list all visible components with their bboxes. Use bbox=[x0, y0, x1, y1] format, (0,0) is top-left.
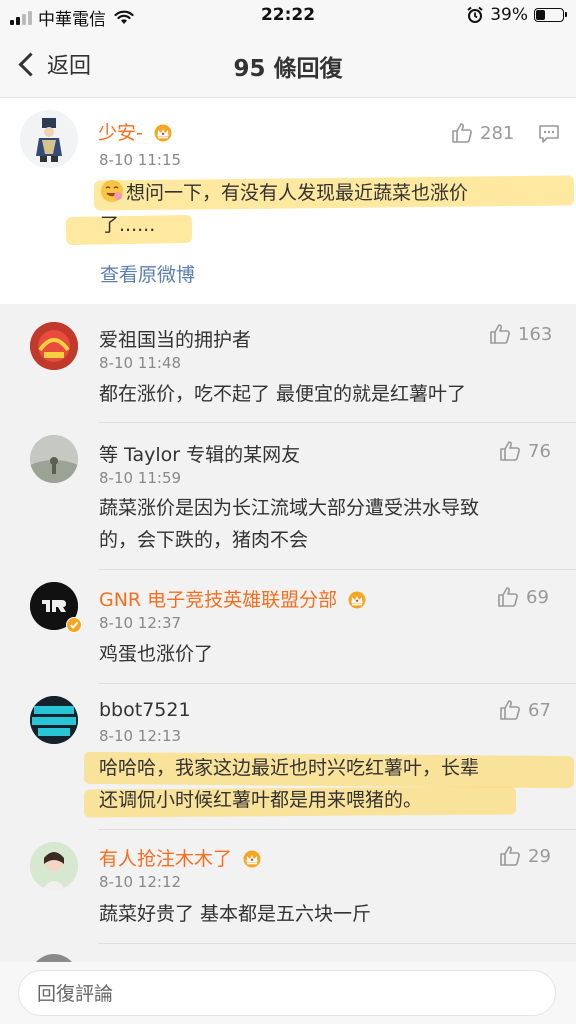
comment-like-button[interactable]: 69 bbox=[496, 585, 549, 609]
post-text-line1: 想问一下，有没有人发现最近蔬菜也涨价 bbox=[126, 182, 469, 204]
comment-text: 都在涨价，吃不起了 最便宜的就是红薯叶了 bbox=[99, 378, 569, 410]
comment-username[interactable]: GNR 电子竞技英雄联盟分部 bbox=[99, 589, 337, 611]
post-timestamp: 8-10 11:15 bbox=[99, 151, 182, 169]
screen: 中華電信 22:22 39% 返回 95 條回復 少安- 8-10 11:15 … bbox=[0, 0, 576, 1024]
comment-username-row: 有人抢注木木了 bbox=[99, 844, 262, 871]
list-item[interactable]: 爱祖国当的拥护者 8-10 11:48 163 都在涨价，吃不起了 最便宜的就是… bbox=[0, 306, 576, 420]
avatar-image-icon bbox=[30, 842, 78, 890]
comment-text: 蔬菜涨价是因为长江流域大部分遭受洪水导致 的，会下跌的，猪肉不会 bbox=[99, 492, 569, 556]
avatar[interactable] bbox=[30, 842, 78, 890]
comment-text-line: 蔬菜涨价是因为长江流域大部分遭受洪水导致 bbox=[99, 497, 480, 519]
comment-text: 蔬菜好贵了 基本都是五六块一斤 bbox=[99, 898, 569, 930]
post-like-count: 281 bbox=[480, 122, 515, 144]
reply-bar: 回復評論 bbox=[0, 962, 576, 1024]
reply-input[interactable]: 回復評論 bbox=[18, 970, 556, 1016]
comment-text-line: 哈哈哈，我家这边最近也时兴吃红薯叶，长辈 bbox=[99, 757, 480, 779]
comment-timestamp: 8-10 12:13 bbox=[99, 727, 182, 745]
divider bbox=[98, 943, 576, 944]
list-item[interactable]: 有人抢注木木了 8-10 12:12 29 蔬菜好贵了 基本都是五六块一斤 bbox=[0, 830, 576, 942]
battery-level bbox=[536, 10, 545, 20]
comment-text-line: 都在涨价，吃不起了 最便宜的就是红薯叶了 bbox=[99, 383, 467, 405]
list-item[interactable]: GNR 电子竞技英雄联盟分部 8-10 12:37 69 鸡蛋也涨价了 bbox=[0, 570, 576, 682]
comment-text-line: 蔬菜好贵了 基本都是五六块一斤 bbox=[99, 903, 372, 925]
view-original-link[interactable]: 查看原微博 bbox=[100, 260, 195, 287]
avatar-image-icon bbox=[30, 696, 78, 744]
status-right: 39% bbox=[466, 5, 567, 25]
comment-like-count: 163 bbox=[518, 323, 553, 345]
comment-like-button[interactable]: 67 bbox=[498, 698, 551, 722]
avatar-figure-icon bbox=[20, 110, 78, 168]
thumbs-up-icon bbox=[498, 587, 518, 607]
comment-username[interactable]: 爱祖国当的拥护者 bbox=[99, 325, 251, 352]
comment-text-line: 还调侃小时候红薯叶都是用来喂猪的。 bbox=[99, 789, 423, 811]
comment-timestamp: 8-10 12:37 bbox=[99, 614, 182, 632]
verified-badge-icon bbox=[66, 617, 82, 633]
avatar-image-icon bbox=[30, 322, 78, 370]
comment-like-count: 76 bbox=[528, 440, 551, 462]
avatar-image-icon bbox=[30, 435, 78, 483]
status-bar: 中華電信 22:22 39% bbox=[0, 0, 576, 34]
battery-icon bbox=[534, 8, 567, 22]
avatar[interactable] bbox=[20, 110, 78, 168]
list-item[interactable]: 等 Taylor 专辑的某网友 8-10 11:59 76 蔬菜涨价是因为长江流… bbox=[0, 423, 576, 567]
nav-bar: 返回 95 條回復 bbox=[0, 34, 576, 98]
list-item[interactable]: bbot7521 8-10 12:13 67 哈哈哈，我家这边最近也时兴吃红薯叶… bbox=[0, 684, 576, 828]
post-like-button[interactable]: 281 bbox=[450, 121, 514, 145]
comment-like-count: 29 bbox=[528, 845, 551, 867]
original-post: 少安- 8-10 11:15 281 想问一下，有没有人发现最近蔬菜也涨价 了.… bbox=[0, 98, 576, 304]
battery-percent: 39% bbox=[490, 5, 528, 25]
avatar[interactable] bbox=[30, 322, 78, 370]
comment-username[interactable]: 有人抢注木木了 bbox=[99, 848, 232, 870]
page-title: 95 條回復 bbox=[233, 56, 343, 82]
comment-username[interactable]: 等 Taylor 专辑的某网友 bbox=[99, 440, 300, 467]
thumbs-up-icon bbox=[490, 324, 510, 344]
thumbs-up-icon bbox=[452, 123, 472, 143]
comment-like-count: 69 bbox=[526, 586, 549, 608]
post-text-line2: 了...... bbox=[100, 214, 156, 236]
thumbs-up-icon bbox=[500, 441, 520, 461]
post-username-row: 少安- bbox=[98, 118, 173, 145]
comment-like-button[interactable]: 29 bbox=[498, 844, 551, 868]
comment-timestamp: 8-10 11:48 bbox=[99, 354, 182, 372]
avatar[interactable] bbox=[30, 435, 78, 483]
smiling-face-emoji-icon bbox=[101, 180, 123, 202]
comment-timestamp: 8-10 12:12 bbox=[99, 873, 182, 891]
comment-like-count: 67 bbox=[528, 699, 551, 721]
alarm-clock-icon bbox=[467, 6, 483, 23]
comment-text-line: 的，会下跌的，猪肉不会 bbox=[99, 529, 309, 551]
post-username[interactable]: 少安- bbox=[98, 122, 143, 144]
thumbs-up-icon bbox=[500, 700, 520, 720]
vip-crown-icon bbox=[154, 124, 172, 142]
avatar[interactable] bbox=[30, 582, 82, 633]
comment-like-button[interactable]: 76 bbox=[498, 439, 551, 463]
thumbs-up-icon bbox=[500, 846, 520, 866]
comment-text-line: 鸡蛋也涨价了 bbox=[99, 643, 214, 665]
vip-crown-icon bbox=[348, 591, 366, 609]
comment-text: 哈哈哈，我家这边最近也时兴吃红薯叶，长辈 还调侃小时候红薯叶都是用来喂猪的。 bbox=[99, 752, 569, 816]
comment-username[interactable]: bbot7521 bbox=[99, 699, 191, 721]
avatar[interactable] bbox=[30, 696, 78, 744]
comment-timestamp: 8-10 11:59 bbox=[99, 469, 182, 487]
comment-username-row: GNR 电子竞技英雄联盟分部 bbox=[99, 585, 367, 612]
comment-like-button[interactable]: 163 bbox=[488, 322, 552, 346]
post-text: 想问一下，有没有人发现最近蔬菜也涨价 了...... bbox=[100, 177, 570, 241]
vip-crown-icon bbox=[243, 850, 261, 868]
comment-text: 鸡蛋也涨价了 bbox=[99, 638, 569, 670]
comment-icon[interactable] bbox=[538, 124, 560, 144]
